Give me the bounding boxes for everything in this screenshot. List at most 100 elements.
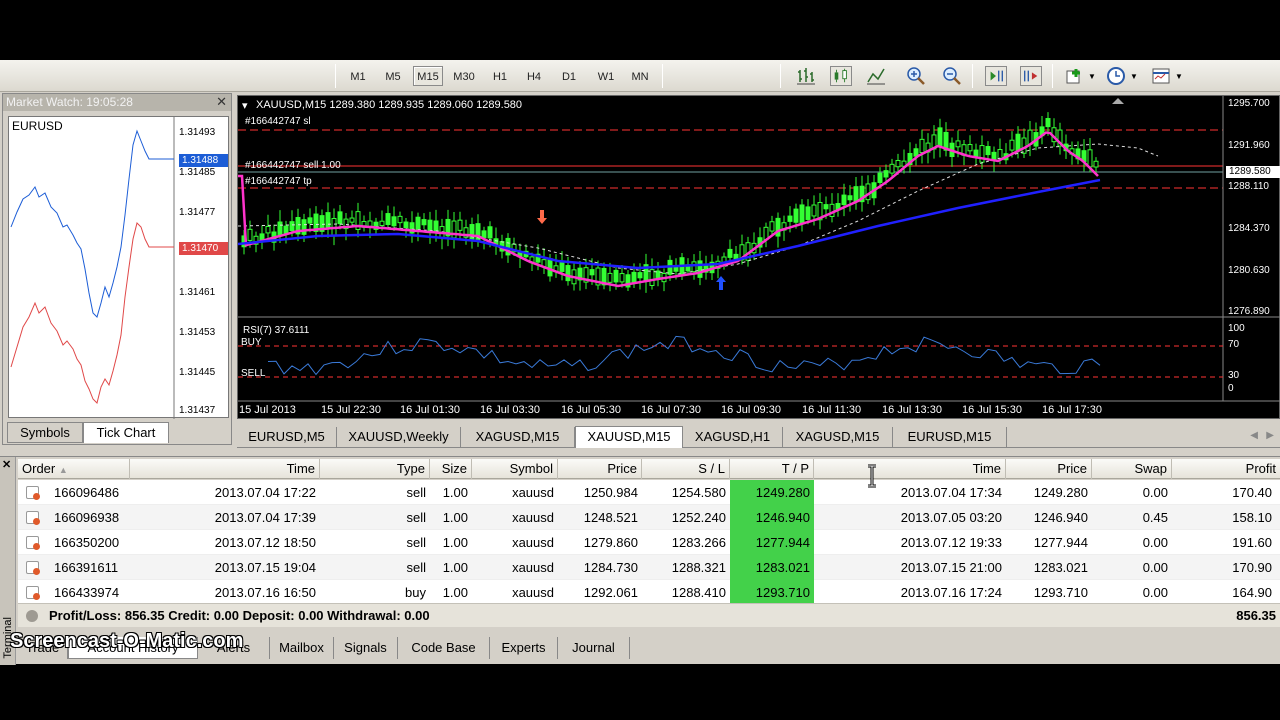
summary-total: 856.35 xyxy=(1236,608,1276,623)
line-chart-icon[interactable] xyxy=(865,66,887,86)
bar-chart-icon[interactable] xyxy=(795,66,817,86)
tick-price-label: 1.31461 xyxy=(179,287,216,298)
scroll-left-icon[interactable]: ◀ xyxy=(1250,430,1258,441)
candle-body xyxy=(385,213,391,225)
tab-signals[interactable]: Signals xyxy=(334,637,398,659)
candle-body xyxy=(619,273,625,283)
history-table-row[interactable]: 166433974 2013.07.16 16:50 buy 1.00 xauusd 12… xyxy=(18,580,1280,605)
close-icon[interactable]: ✕ xyxy=(2,458,11,471)
cell-order: 166096938 xyxy=(54,510,120,525)
tab-mailbox[interactable]: Mailbox xyxy=(270,637,334,659)
cell-close-price: 1246.940 xyxy=(1033,510,1088,525)
column-profit[interactable]: Profit xyxy=(1172,459,1280,479)
chart-tab[interactable]: EURUSD,M5 xyxy=(237,427,337,447)
summary-text: Profit/Loss: 856.35 Credit: 0.00 Deposit… xyxy=(49,608,430,623)
bid-price-tag: 1.31470 xyxy=(179,242,228,255)
candle-body xyxy=(1087,149,1093,168)
chart-tab[interactable]: XAGUSD,H1 xyxy=(683,427,783,447)
timeframe-w1-button[interactable]: W1 xyxy=(592,66,620,86)
screencast-watermark: Screencast-O-Matic.com xyxy=(10,630,244,652)
auto-scroll-icon[interactable] xyxy=(985,66,1007,86)
candle-body xyxy=(289,221,295,232)
chart-dropdown-icon[interactable]: ▾ xyxy=(242,99,248,112)
summary-icon xyxy=(26,610,38,622)
column-tp[interactable]: T / P xyxy=(730,459,814,479)
chart-tab[interactable]: XAUUSD,Weekly xyxy=(337,427,461,447)
column-sl[interactable]: S / L xyxy=(642,459,730,479)
cell-order: 166433974 xyxy=(54,585,120,600)
tab-symbols[interactable]: Symbols xyxy=(7,422,83,443)
column-order[interactable]: Order ▲ xyxy=(18,459,130,479)
history-table-row[interactable]: 166391611 2013.07.15 19:04 sell 1.00 xauusd 1… xyxy=(18,555,1280,580)
timeframe-m1-button[interactable]: M1 xyxy=(345,66,371,86)
candle-body xyxy=(403,221,409,229)
cell-sl: 1288.321 xyxy=(671,560,726,575)
sort-asc-icon: ▲ xyxy=(58,465,68,475)
column-price[interactable]: Price xyxy=(558,459,642,479)
chevron-down-icon[interactable]: ▼ xyxy=(1175,72,1183,81)
chart-tab[interactable]: XAGUSD,M15 xyxy=(783,427,893,447)
column-symbol[interactable]: Symbol xyxy=(472,459,558,479)
tick-chart-ask-line xyxy=(10,129,174,318)
chart-shift-icon[interactable] xyxy=(1020,66,1042,86)
zoom-out-icon[interactable] xyxy=(941,66,963,86)
timeframe-m15-button[interactable]: M15 xyxy=(413,66,443,86)
candlestick-chart-icon[interactable] xyxy=(830,66,852,86)
chevron-down-icon[interactable]: ▼ xyxy=(1088,72,1096,81)
price-chart[interactable]: ▾ XAUUSD,M15 1289.380 1289.935 1289.060 … xyxy=(237,95,1280,419)
column-size[interactable]: Size xyxy=(430,459,472,479)
column-open-time[interactable]: Time xyxy=(130,459,320,479)
candle-body xyxy=(283,225,289,234)
column-close-price[interactable]: Price xyxy=(1006,459,1092,479)
timeframe-h1-button[interactable]: H1 xyxy=(487,66,513,86)
toolbar-separator xyxy=(335,64,336,88)
tab-code-base[interactable]: Code Base xyxy=(398,637,490,659)
cell-size: 1.00 xyxy=(442,485,468,500)
toolbar-separator xyxy=(972,64,973,88)
candle-body xyxy=(937,127,943,147)
cell-close-time: 2013.07.16 17:24 xyxy=(900,585,1002,600)
timeframe-d1-button[interactable]: D1 xyxy=(556,66,582,86)
scroll-right-icon[interactable]: ▶ xyxy=(1266,430,1274,441)
timeframe-m30-button[interactable]: M30 xyxy=(449,66,479,86)
candle-body xyxy=(247,228,253,241)
candle-body xyxy=(307,217,313,224)
column-close-time[interactable]: Time xyxy=(814,459,1006,479)
tick-chart: EURUSD 1.31493 1.31488 1.31485 1.31477 1… xyxy=(8,116,229,419)
tick-price-label: 1.31493 xyxy=(179,127,216,138)
cell-type: buy xyxy=(405,585,426,600)
chart-tab[interactable]: XAGUSD,M15 xyxy=(461,427,575,447)
candle-body xyxy=(691,261,697,273)
templates-icon[interactable] xyxy=(1150,66,1172,86)
add-indicator-icon[interactable] xyxy=(1064,66,1086,86)
history-table-row[interactable]: 166096938 2013.07.04 17:39 sell 1.00 xauusd 1… xyxy=(18,505,1280,530)
candle-body xyxy=(1015,133,1021,152)
cell-close-price: 1249.280 xyxy=(1033,485,1088,500)
chevron-down-icon[interactable]: ▼ xyxy=(1130,72,1138,81)
chart-tab[interactable]: EURUSD,M15 xyxy=(893,427,1007,447)
zoom-in-icon[interactable] xyxy=(905,66,927,86)
history-table-row[interactable]: 166096486 2013.07.04 17:22 sell 1.00 xauusd 1… xyxy=(18,480,1280,505)
history-table-row[interactable]: 166350200 2013.07.12 18:50 sell 1.00 xauusd 1… xyxy=(18,530,1280,555)
price-chart-plot xyxy=(238,96,1280,402)
periods-clock-icon[interactable] xyxy=(1105,66,1127,86)
timeframe-mn-button[interactable]: MN xyxy=(626,66,654,86)
candle-body xyxy=(607,272,613,283)
cell-swap: 0.00 xyxy=(1142,485,1168,500)
rsi-level-label: 100 xyxy=(1228,323,1245,334)
candle-body xyxy=(967,144,973,152)
timeframe-h4-button[interactable]: H4 xyxy=(521,66,547,86)
timeframe-m5-button[interactable]: M5 xyxy=(380,66,406,86)
candle-body xyxy=(847,195,853,201)
tab-experts[interactable]: Experts xyxy=(490,637,558,659)
column-swap[interactable]: Swap xyxy=(1092,459,1172,479)
tab-journal[interactable]: Journal xyxy=(558,637,630,659)
tab-tick-chart[interactable]: Tick Chart xyxy=(83,422,169,443)
column-type[interactable]: Type xyxy=(320,459,430,479)
toolbar-separator xyxy=(780,64,781,88)
market-watch-panel: Market Watch: 19:05:28 ✕ EURUSD 1.31493 … xyxy=(2,93,232,445)
close-icon[interactable]: ✕ xyxy=(216,94,227,110)
chart-tab-active[interactable]: XAUUSD,M15 xyxy=(575,426,683,448)
cell-close-price: 1277.944 xyxy=(1033,535,1088,550)
candle-body xyxy=(1093,160,1099,168)
